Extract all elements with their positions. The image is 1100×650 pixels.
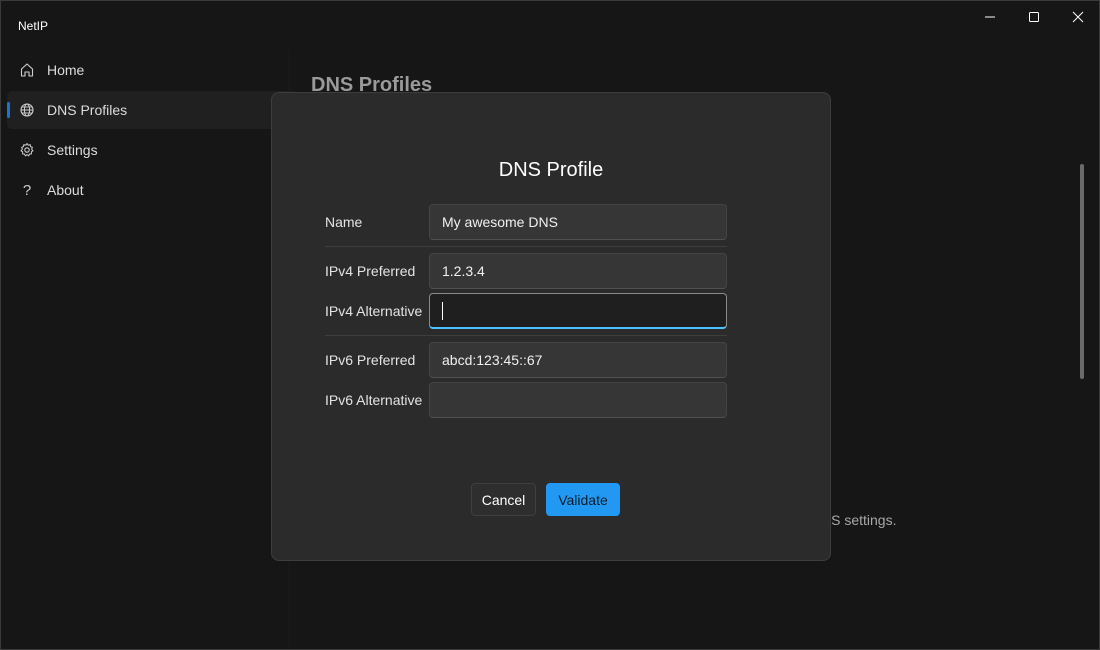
gear-icon xyxy=(7,142,47,158)
close-button[interactable] xyxy=(1055,1,1100,33)
selection-indicator xyxy=(7,102,10,118)
validate-button[interactable]: Validate xyxy=(546,483,620,516)
minimize-icon xyxy=(985,16,995,18)
close-icon xyxy=(1072,11,1084,23)
app-window: NetIP Home DNS Profiles Settings ? About… xyxy=(0,0,1100,650)
sidebar-item-label: About xyxy=(47,182,84,198)
minimize-button[interactable] xyxy=(967,1,1013,33)
dns-profile-dialog: DNS Profile Name IPv4 Preferred IPv4 Alt… xyxy=(271,92,831,561)
maximize-icon xyxy=(1029,12,1039,22)
ipv4-preferred-input[interactable] xyxy=(429,253,727,289)
ipv6-preferred-input[interactable] xyxy=(429,342,727,378)
ipv6-alternative-row: IPv6 Alternative xyxy=(325,382,727,418)
name-row: Name xyxy=(325,204,727,240)
dialog-title: DNS Profile xyxy=(498,159,604,181)
sidebar-item-settings[interactable]: Settings xyxy=(7,131,297,169)
sidebar-item-dns-profiles[interactable]: DNS Profiles xyxy=(7,91,297,129)
ipv4-alternative-input[interactable] xyxy=(429,293,727,329)
app-title: NetIP xyxy=(18,19,49,33)
name-label: Name xyxy=(325,214,363,230)
cancel-button[interactable]: Cancel xyxy=(471,483,536,516)
sidebar-item-label: DNS Profiles xyxy=(47,102,128,118)
home-icon xyxy=(7,62,47,78)
sidebar-item-label: Settings xyxy=(47,142,98,158)
divider xyxy=(325,335,727,336)
ipv4-alternative-label: IPv4 Alternative xyxy=(325,303,423,319)
question-icon: ? xyxy=(22,181,32,199)
divider xyxy=(325,246,727,247)
maximize-button[interactable] xyxy=(1011,1,1057,33)
ipv4-preferred-row: IPv4 Preferred xyxy=(325,253,727,289)
page-description-partial: NS settings. xyxy=(821,512,897,528)
ipv6-preferred-label: IPv6 Preferred xyxy=(325,352,416,368)
ipv6-alternative-input[interactable] xyxy=(429,382,727,418)
ipv6-alternative-label: IPv6 Alternative xyxy=(325,392,423,408)
text-caret xyxy=(442,302,443,320)
sidebar-item-about[interactable]: ? About xyxy=(7,171,297,209)
name-input[interactable] xyxy=(429,204,727,240)
globe-icon xyxy=(7,102,47,118)
ipv4-preferred-label: IPv4 Preferred xyxy=(325,263,416,279)
scrollbar-thumb[interactable] xyxy=(1080,164,1084,379)
sidebar-item-label: Home xyxy=(47,62,85,78)
sidebar-nav: Home DNS Profiles Settings ? About xyxy=(7,51,297,211)
ipv4-alternative-row: IPv4 Alternative xyxy=(325,293,727,329)
ipv6-preferred-row: IPv6 Preferred xyxy=(325,342,727,378)
sidebar-item-home[interactable]: Home xyxy=(7,51,297,89)
